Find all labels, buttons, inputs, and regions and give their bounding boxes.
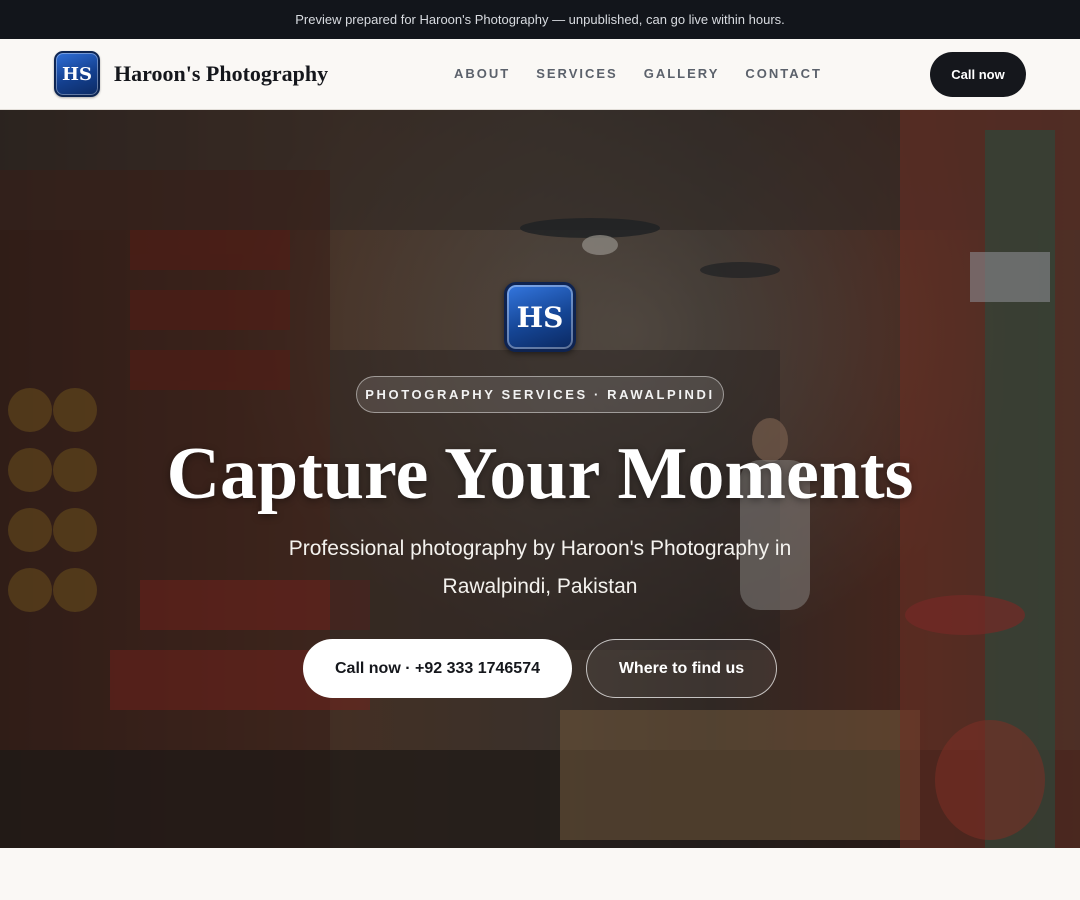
- nav-services[interactable]: SERVICES: [536, 66, 618, 81]
- hero-section: HS PHOTOGRAPHY SERVICES · RAWALPINDI Cap…: [0, 110, 1080, 848]
- nav-about[interactable]: ABOUT: [454, 66, 510, 81]
- hero-logo-icon: HS: [504, 282, 576, 352]
- brand-name: Haroon's Photography: [114, 61, 329, 86]
- call-now-button[interactable]: Call now: [930, 52, 1026, 97]
- preview-banner: Preview prepared for Haroon's Photograph…: [0, 0, 1080, 39]
- nav-contact[interactable]: CONTACT: [745, 66, 822, 81]
- logo-text: HS: [61, 63, 92, 85]
- main-nav: ABOUT SERVICES GALLERY CONTACT: [454, 66, 822, 81]
- hero-eyebrow-text: PHOTOGRAPHY SERVICES · RAWALPINDI: [365, 387, 715, 402]
- hero-subtitle: Professional photography by Haroon's Pho…: [288, 537, 792, 598]
- hero-eyebrow-badge: PHOTOGRAPHY SERVICES · RAWALPINDI: [356, 376, 724, 413]
- hero-call-button[interactable]: Call now · +92 333 1746574: [303, 639, 572, 698]
- nav-gallery[interactable]: GALLERY: [644, 66, 720, 81]
- hero-logo-text: HS: [516, 300, 564, 334]
- find-us-button[interactable]: Where to find us: [586, 639, 777, 698]
- brand[interactable]: HS Haroon's Photography: [54, 51, 328, 97]
- hero-content: HS PHOTOGRAPHY SERVICES · RAWALPINDI Cap…: [0, 110, 1080, 848]
- logo-icon: HS: [54, 51, 100, 97]
- site-header: HS Haroon's Photography ABOUT SERVICES G…: [0, 39, 1080, 110]
- preview-banner-text: Preview prepared for Haroon's Photograph…: [295, 12, 785, 27]
- hero-title: Capture Your Moments: [166, 433, 914, 515]
